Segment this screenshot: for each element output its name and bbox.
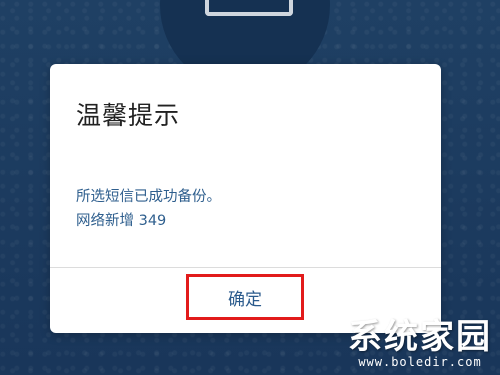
device-icon [205, 0, 293, 16]
dialog-divider [50, 267, 441, 268]
dialog-message: 所选短信已成功备份。 网络新增 349 [76, 185, 221, 233]
message-line-backup-success: 所选短信已成功备份。 [76, 189, 221, 205]
message-line-network-added: 网络新增 349 [76, 213, 167, 229]
confirm-button[interactable]: 确定 [186, 274, 304, 320]
watermark-name: 系统家园 [348, 317, 492, 357]
watermark-logo: 系统家园 www.boledir.com [348, 319, 492, 369]
watermark-url: www.boledir.com [358, 355, 482, 369]
dialog-title: 温馨提示 [76, 101, 181, 130]
alert-dialog: 温馨提示 所选短信已成功备份。 网络新增 349 确定 [50, 64, 441, 333]
